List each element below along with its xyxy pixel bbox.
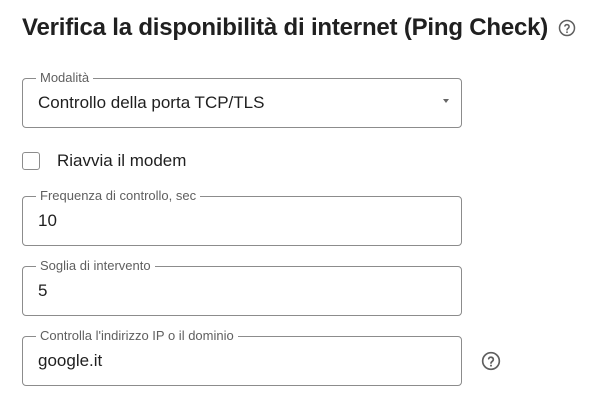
target-help-icon[interactable] [481,351,501,371]
threshold-value: 5 [38,281,48,300]
restart-modem-option[interactable]: Riavvia il modem [22,151,186,171]
mode-label: Modalità [36,70,94,86]
restart-modem-label: Riavvia il modem [57,151,187,170]
restart-modem-checkbox[interactable] [22,152,40,170]
check-frequency-input[interactable]: Frequenza di controllo, sec 10 [22,188,462,246]
threshold-input[interactable]: Soglia di intervento 5 [22,258,462,316]
check-frequency-value: 10 [38,211,57,230]
dropdown-arrow-icon [443,99,449,103]
mode-select[interactable]: Modalità Controllo della porta TCP/TLS [22,70,462,128]
check-frequency-label: Frequenza di controllo, sec [36,188,201,204]
target-host-label: Controlla l'indirizzo IP o il dominio [36,328,238,344]
help-icon[interactable] [558,19,576,37]
header: Verifica la disponibilità di internet (P… [22,14,576,42]
page-title: Verifica la disponibilità di internet (P… [22,14,549,41]
threshold-label: Soglia di intervento [36,258,155,274]
target-host-value: google.it [38,351,103,370]
mode-value: Controllo della porta TCP/TLS [38,93,265,112]
target-host-input[interactable]: Controlla l'indirizzo IP o il dominio go… [22,328,462,386]
